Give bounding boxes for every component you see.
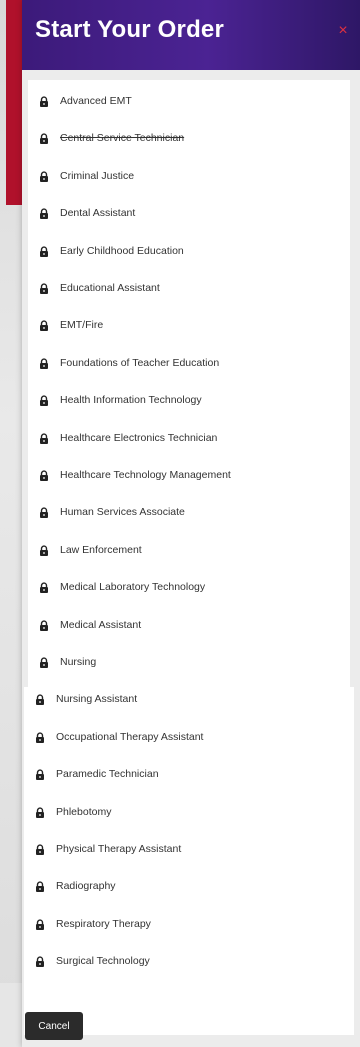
lock-icon <box>38 432 50 444</box>
lock-icon <box>34 918 46 930</box>
lock-icon <box>38 506 50 518</box>
program-label: Healthcare Technology Management <box>60 469 231 481</box>
lock-icon <box>38 656 50 668</box>
lock-icon <box>38 544 50 556</box>
program-label: Phlebotomy <box>56 806 112 818</box>
program-label: Medical Laboratory Technology <box>60 581 206 593</box>
program-label: Health Information Technology <box>60 394 202 406</box>
lock-icon <box>38 132 50 144</box>
lock-icon <box>34 731 46 743</box>
program-item[interactable]: Dental Assistant <box>38 204 135 222</box>
program-item[interactable]: Medical Assistant <box>38 616 141 634</box>
program-label: Radiography <box>56 880 116 892</box>
program-item[interactable]: Nursing <box>38 653 96 671</box>
program-item[interactable]: Foundations of Teacher Education <box>38 354 219 372</box>
program-item[interactable]: Paramedic Technician <box>34 765 159 783</box>
program-label: Occupational Therapy Assistant <box>56 731 204 743</box>
program-item[interactable]: Early Childhood Education <box>38 242 184 260</box>
lock-icon <box>38 394 50 406</box>
program-item[interactable]: Advanced EMT <box>38 92 132 110</box>
program-label: Central Service Technician <box>60 132 185 144</box>
program-label: Healthcare Electronics Technician <box>60 432 218 444</box>
lock-icon <box>34 843 46 855</box>
lock-icon <box>38 319 50 331</box>
cancel-button[interactable]: Cancel <box>25 1012 83 1040</box>
program-label: Law Enforcement <box>60 544 142 556</box>
program-item[interactable]: Nursing Assistant <box>34 690 137 708</box>
lock-icon <box>34 880 46 892</box>
program-item[interactable]: Healthcare Electronics Technician <box>38 429 217 447</box>
program-item[interactable]: Health Information Technology <box>38 391 202 409</box>
modal-title: Start Your Order <box>35 16 225 43</box>
program-item[interactable]: Law Enforcement <box>38 541 142 559</box>
program-item[interactable]: EMT/Fire <box>38 316 103 334</box>
program-item[interactable]: Medical Laboratory Technology <box>38 578 205 596</box>
program-label: Nursing Assistant <box>56 693 138 705</box>
lock-icon <box>38 581 50 593</box>
program-item[interactable]: Occupational Therapy Assistant <box>34 728 203 746</box>
program-label: Foundations of Teacher Education <box>60 357 220 369</box>
program-label: Surgical Technology <box>56 955 150 967</box>
program-item[interactable]: Criminal Justice <box>38 167 134 185</box>
program-label: Paramedic Technician <box>56 768 159 780</box>
modal-header: Start Your Order × <box>22 0 360 70</box>
program-label: Medical Assistant <box>60 619 142 631</box>
lock-icon <box>34 693 46 705</box>
program-label: Criminal Justice <box>60 170 135 182</box>
program-item[interactable]: Educational Assistant <box>38 279 160 297</box>
program-label: Human Services Associate <box>60 506 185 518</box>
lock-icon <box>38 469 50 481</box>
program-item[interactable]: Physical Therapy Assistant <box>34 840 181 858</box>
lock-icon <box>34 806 46 818</box>
program-label: Advanced EMT <box>60 95 132 107</box>
program-item[interactable]: Respiratory Therapy <box>34 915 151 933</box>
lock-icon <box>34 768 46 780</box>
lock-icon <box>38 207 50 219</box>
close-icon[interactable]: × <box>334 22 352 40</box>
lock-icon <box>38 170 50 182</box>
lock-icon <box>38 619 50 631</box>
program-item[interactable]: Phlebotomy <box>34 803 111 821</box>
program-item[interactable]: Surgical Technology <box>34 952 150 970</box>
start-order-modal: Start Your Order × Advanced EMT Central S… <box>22 0 360 1047</box>
program-item[interactable]: Radiography <box>34 877 116 895</box>
lock-icon <box>34 955 46 967</box>
program-label: Dental Assistant <box>60 207 136 219</box>
modal-body: Advanced EMT Central Service Technician Cr… <box>24 80 354 1035</box>
program-item[interactable]: Healthcare Technology Management <box>38 466 231 484</box>
program-item[interactable]: Central Service Technician <box>38 129 184 147</box>
program-label: Early Childhood Education <box>60 245 184 257</box>
program-label: Physical Therapy Assistant <box>56 843 182 855</box>
lock-icon <box>38 95 50 107</box>
lock-icon <box>38 245 50 257</box>
program-label: EMT/Fire <box>60 319 104 331</box>
program-item[interactable]: Human Services Associate <box>38 503 185 521</box>
program-label: Nursing <box>60 656 97 668</box>
program-label: Educational Assistant <box>60 282 160 294</box>
lock-icon <box>38 357 50 369</box>
program-label: Respiratory Therapy <box>56 918 151 930</box>
lock-icon <box>38 282 50 294</box>
